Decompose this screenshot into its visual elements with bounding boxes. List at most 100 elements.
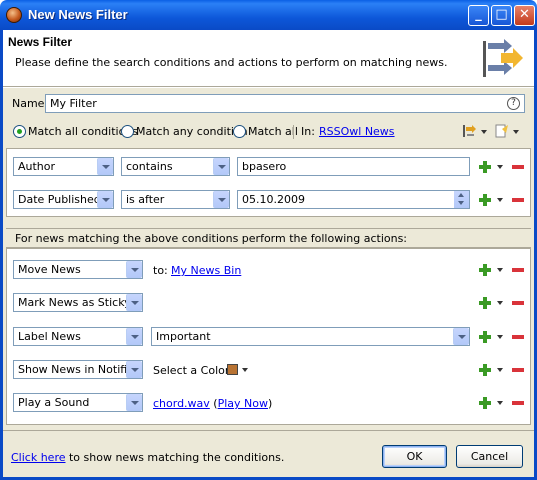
paren-open: ( (209, 397, 218, 410)
chevron-down-icon[interactable] (497, 335, 503, 339)
header-description: Please define the search conditions and … (15, 56, 448, 69)
action-value: Play a Sound (18, 396, 90, 409)
radio-match-all-conditions[interactable] (13, 125, 26, 138)
action-value: Mark News as Sticky (18, 296, 131, 309)
chevron-down-icon[interactable] (497, 301, 503, 305)
action-value: Label News (18, 330, 81, 343)
add-action-icon[interactable] (479, 397, 491, 409)
condition-field-select[interactable]: Date Published (13, 190, 114, 209)
chevron-down-icon[interactable] (481, 130, 487, 134)
filter-name-value: My Filter (50, 97, 97, 110)
actions-heading: For news matching the above conditions p… (6, 228, 531, 248)
close-button[interactable]: ✕ (514, 5, 535, 26)
action-select[interactable]: Play a Sound (13, 393, 143, 412)
chevron-down-icon[interactable] (453, 328, 469, 345)
radio-match-any-condition[interactable] (121, 125, 134, 138)
filter-arrows-icon (483, 39, 523, 77)
condition-field-select[interactable]: Author (13, 157, 114, 176)
ok-button[interactable]: OK (382, 445, 447, 468)
add-action-icon[interactable] (479, 364, 491, 376)
chevron-down-icon[interactable] (213, 191, 229, 208)
minimize-button[interactable]: _ (468, 5, 489, 26)
chevron-down-icon[interactable] (126, 294, 142, 311)
filter-name-input[interactable]: My Filter ? (45, 94, 525, 113)
select-color-label: Select a Color: (153, 364, 233, 377)
dialog-header: News Filter Please define the search con… (3, 30, 534, 87)
label-value: Important (156, 330, 211, 343)
remove-action-icon[interactable] (512, 268, 524, 272)
separator (293, 125, 294, 139)
chevron-down-icon[interactable] (497, 401, 503, 405)
scope-link[interactable]: RSSOwl News (319, 125, 395, 138)
condition-field-value: Author (18, 160, 56, 173)
chevron-down-icon[interactable] (126, 394, 142, 411)
chevron-down-icon[interactable] (213, 158, 229, 175)
chevron-down-icon[interactable] (497, 165, 503, 169)
action-select[interactable]: Label News (13, 327, 143, 346)
chevron-down-icon[interactable] (126, 261, 142, 278)
chevron-down-icon[interactable] (126, 361, 142, 378)
condition-date-input[interactable]: 05.10.2009 (237, 190, 470, 209)
template-menu-icon[interactable] (493, 123, 509, 139)
help-icon[interactable]: ? (507, 97, 520, 110)
dialog-footer: Click here to show news matching the con… (3, 430, 534, 477)
sound-file-link[interactable]: chord.wav (153, 397, 210, 410)
color-swatch[interactable] (227, 364, 238, 375)
add-condition-icon[interactable] (479, 161, 491, 173)
dialog-body: Name: My Filter ? Match all conditions M… (3, 88, 534, 430)
add-condition-menu-icon[interactable] (461, 123, 477, 139)
condition-value-input[interactable]: bpasero (237, 157, 470, 176)
condition-value-text: bpasero (242, 160, 287, 173)
add-action-icon[interactable] (479, 331, 491, 343)
paren-close: ) (268, 397, 273, 410)
remove-condition-icon[interactable] (512, 198, 524, 202)
chevron-down-icon[interactable] (497, 198, 503, 202)
condition-operator-value: contains (126, 160, 173, 173)
action-value: Show News in Notifier (18, 363, 139, 376)
chevron-down-icon[interactable] (242, 368, 248, 372)
condition-date-value: 05.10.2009 (242, 193, 305, 206)
condition-operator-select[interactable]: contains (121, 157, 230, 176)
condition-field-value: Date Published (18, 193, 101, 206)
in-label: In: (301, 125, 315, 138)
cancel-button[interactable]: Cancel (456, 445, 523, 468)
radio-match-all[interactable] (233, 125, 246, 138)
remove-condition-icon[interactable] (512, 165, 524, 169)
label-select[interactable]: Important (151, 327, 470, 346)
chevron-down-icon[interactable] (97, 191, 113, 208)
window-title: New News Filter (28, 7, 128, 22)
action-select[interactable]: Show News in Notifier (13, 360, 143, 379)
date-spinner-icon[interactable] (454, 191, 469, 208)
maximize-button[interactable]: □ (491, 5, 512, 26)
add-action-icon[interactable] (479, 264, 491, 276)
chevron-down-icon[interactable] (126, 328, 142, 345)
preview-description: to show news matching the conditions. (65, 451, 285, 464)
condition-operator-value: is after (126, 193, 165, 206)
remove-action-icon[interactable] (512, 301, 524, 305)
remove-action-icon[interactable] (512, 335, 524, 339)
click-here-link[interactable]: Click here (11, 451, 66, 464)
chevron-down-icon[interactable] (497, 368, 503, 372)
radio-label-match-all[interactable]: Match all (248, 125, 298, 138)
name-label: Name: (12, 97, 49, 110)
add-condition-icon[interactable] (479, 194, 491, 206)
play-now-link[interactable]: Play Now (218, 397, 268, 410)
actions-panel: Move News to: My News Bin Mark News as S… (6, 248, 531, 425)
action-select[interactable]: Move News (13, 260, 143, 279)
radio-label-match-any-condition[interactable]: Match any condition (136, 125, 248, 138)
rssowl-app-icon (6, 7, 22, 23)
remove-action-icon[interactable] (512, 401, 524, 405)
remove-action-icon[interactable] (512, 368, 524, 372)
title-bar[interactable]: New News Filter _ □ ✕ (0, 0, 537, 30)
action-value: Move News (18, 263, 81, 276)
move-to-label: to: (153, 264, 168, 277)
target-bin-link[interactable]: My News Bin (171, 264, 241, 277)
conditions-panel: Author contains bpasero Date Published i… (6, 148, 531, 217)
chevron-down-icon[interactable] (497, 268, 503, 272)
action-select[interactable]: Mark News as Sticky (13, 293, 143, 312)
condition-operator-select[interactable]: is after (121, 190, 230, 209)
chevron-down-icon[interactable] (97, 158, 113, 175)
header-title: News Filter (8, 35, 73, 49)
add-action-icon[interactable] (479, 297, 491, 309)
chevron-down-icon[interactable] (513, 130, 519, 134)
